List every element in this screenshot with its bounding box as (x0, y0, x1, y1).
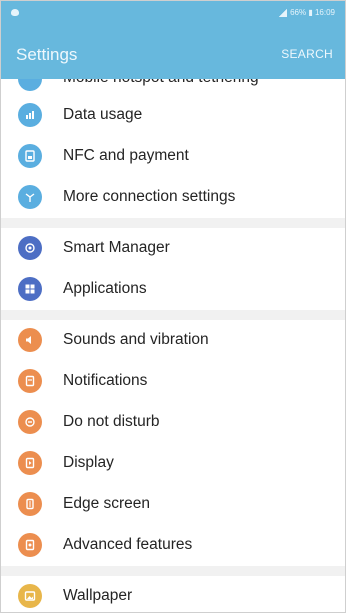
advanced-features-icon (18, 533, 42, 557)
settings-item-edge-screen[interactable]: Edge screen (1, 484, 345, 525)
settings-list: Mobile hotspot and tethering Data usage … (1, 79, 345, 612)
settings-item-label: Wallpaper (63, 587, 133, 604)
section-divider (1, 566, 345, 576)
notification-icon (11, 9, 19, 16)
status-indicators: 66% ▮ 16:09 (279, 8, 335, 17)
wallpaper-icon (18, 584, 42, 608)
app-bar: Settings SEARCH (1, 31, 345, 79)
status-time: 66% ▮ 16:09 (290, 8, 335, 17)
settings-item-notifications[interactable]: Notifications (1, 361, 345, 402)
settings-item-label: Do not disturb (63, 413, 160, 430)
search-button[interactable]: SEARCH (281, 47, 333, 61)
settings-item-label: Notifications (63, 372, 148, 389)
sound-icon (18, 328, 42, 352)
settings-item-label: Advanced features (63, 536, 193, 553)
settings-item-label: Smart Manager (63, 239, 170, 256)
hotspot-icon (18, 79, 42, 91)
settings-item-data-usage[interactable]: Data usage (1, 95, 345, 136)
settings-item-label: Applications (63, 280, 147, 297)
settings-item-sounds[interactable]: Sounds and vibration (1, 320, 345, 361)
edge-screen-icon (18, 492, 42, 516)
settings-item-mobile-hotspot[interactable]: Mobile hotspot and tethering (1, 79, 345, 95)
settings-item-label: Sounds and vibration (63, 331, 209, 348)
do-not-disturb-icon (18, 410, 42, 434)
settings-item-display[interactable]: Display (1, 443, 345, 484)
section-divider (1, 310, 345, 320)
settings-item-applications[interactable]: Applications (1, 269, 345, 310)
settings-item-more-connection[interactable]: More connection settings (1, 177, 345, 218)
settings-item-do-not-disturb[interactable]: Do not disturb (1, 402, 345, 443)
settings-item-label: Edge screen (63, 495, 151, 512)
settings-item-label: Mobile hotspot and tethering (63, 79, 259, 87)
settings-item-label: Display (63, 454, 114, 471)
nfc-icon (18, 144, 42, 168)
display-icon (18, 451, 42, 475)
settings-item-wallpaper[interactable]: Wallpaper (1, 576, 345, 612)
settings-item-smart-manager[interactable]: Smart Manager (1, 228, 345, 269)
signal-icon (279, 8, 288, 17)
notifications-icon (18, 369, 42, 393)
settings-item-nfc[interactable]: NFC and payment (1, 136, 345, 177)
data-usage-icon (18, 103, 42, 127)
page-title: Settings (16, 45, 78, 64)
status-bar: 66% ▮ 16:09 (1, 1, 345, 31)
settings-item-advanced-features[interactable]: Advanced features (1, 525, 345, 566)
settings-item-label: Data usage (63, 106, 143, 123)
more-connection-icon (18, 185, 42, 209)
settings-item-label: NFC and payment (63, 147, 189, 164)
settings-screen: 66% ▮ 16:09 Settings SEARCH Mobile hotsp… (0, 0, 346, 613)
applications-icon (18, 277, 42, 301)
settings-item-label: More connection settings (63, 188, 236, 205)
smart-manager-icon (18, 236, 42, 260)
section-divider (1, 218, 345, 228)
